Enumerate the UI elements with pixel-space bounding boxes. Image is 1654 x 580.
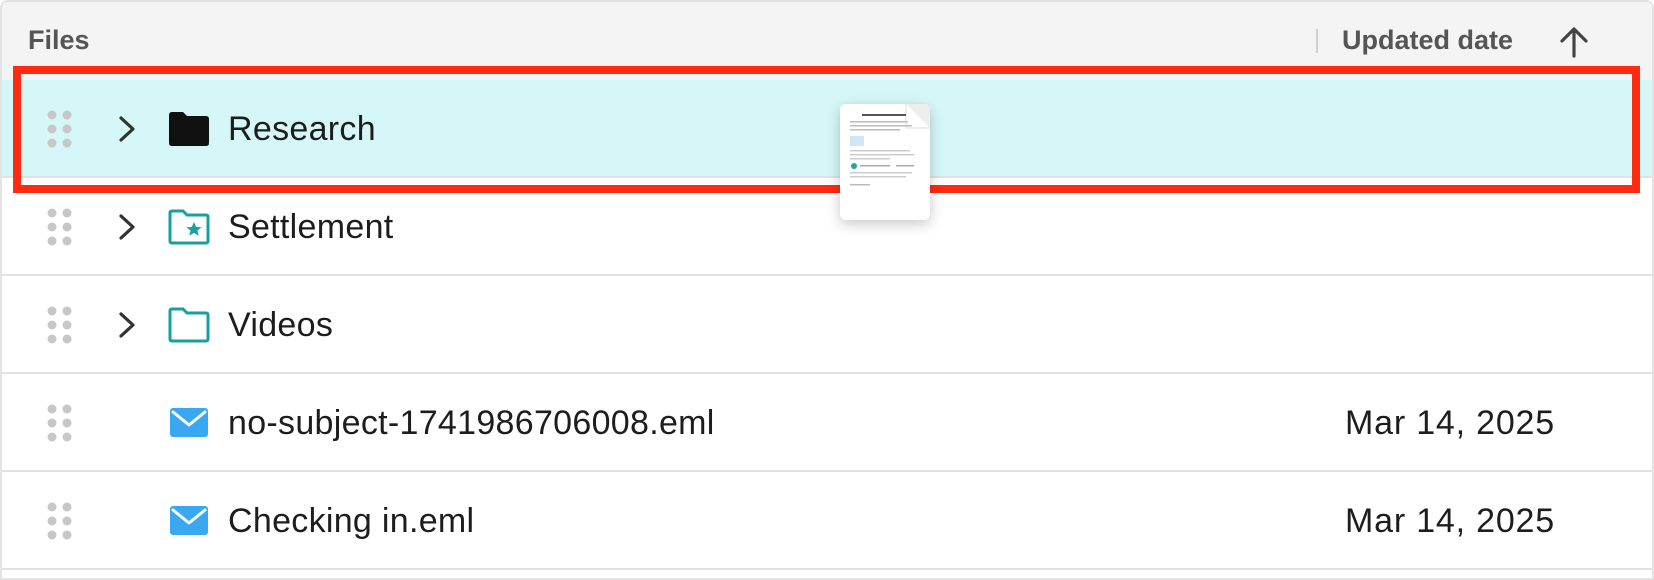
file-name[interactable]: no-subject-1741986706008.eml bbox=[228, 404, 715, 443]
arrow-up-icon[interactable] bbox=[1554, 22, 1594, 62]
table-row[interactable]: Checking in.eml Mar 14, 2025 bbox=[2, 472, 1652, 570]
column-divider[interactable] bbox=[1316, 29, 1318, 53]
drag-handle-icon[interactable] bbox=[46, 109, 74, 149]
table-header: Files Updated date bbox=[2, 2, 1652, 82]
column-header-files[interactable]: Files bbox=[28, 25, 90, 56]
table-row[interactable]: Videos bbox=[2, 276, 1652, 374]
drag-handle-icon[interactable] bbox=[46, 305, 74, 345]
file-table: Files Updated date Research Settlement V… bbox=[0, 0, 1654, 580]
file-name[interactable]: Videos bbox=[228, 306, 333, 345]
table-row[interactable]: Research bbox=[2, 80, 1652, 178]
document-thumbnail-icon bbox=[840, 104, 930, 220]
drag-handle-icon[interactable] bbox=[46, 207, 74, 247]
updated-date: Mar 14, 2025 bbox=[1345, 502, 1555, 540]
chevron-right-icon[interactable] bbox=[112, 113, 142, 145]
chevron-right-icon[interactable] bbox=[112, 211, 142, 243]
column-header-updated-date[interactable]: Updated date bbox=[1342, 25, 1513, 56]
file-name[interactable]: Research bbox=[228, 110, 376, 149]
updated-date: Mar 14, 2025 bbox=[1345, 404, 1555, 442]
folder-star-icon bbox=[168, 209, 210, 245]
file-name[interactable]: Checking in.eml bbox=[228, 502, 474, 541]
drag-preview[interactable] bbox=[840, 104, 930, 220]
mail-icon bbox=[170, 506, 208, 535]
folder-filled-icon bbox=[169, 112, 209, 146]
table-row[interactable]: Settlement bbox=[2, 178, 1652, 276]
drag-handle-icon[interactable] bbox=[46, 403, 74, 443]
folder-outline-icon bbox=[168, 307, 210, 343]
chevron-right-icon[interactable] bbox=[112, 309, 142, 341]
table-row[interactable]: no-subject-1741986706008.eml Mar 14, 202… bbox=[2, 374, 1652, 472]
file-name[interactable]: Settlement bbox=[228, 208, 394, 247]
mail-icon bbox=[170, 408, 208, 437]
drag-handle-icon[interactable] bbox=[46, 501, 74, 541]
